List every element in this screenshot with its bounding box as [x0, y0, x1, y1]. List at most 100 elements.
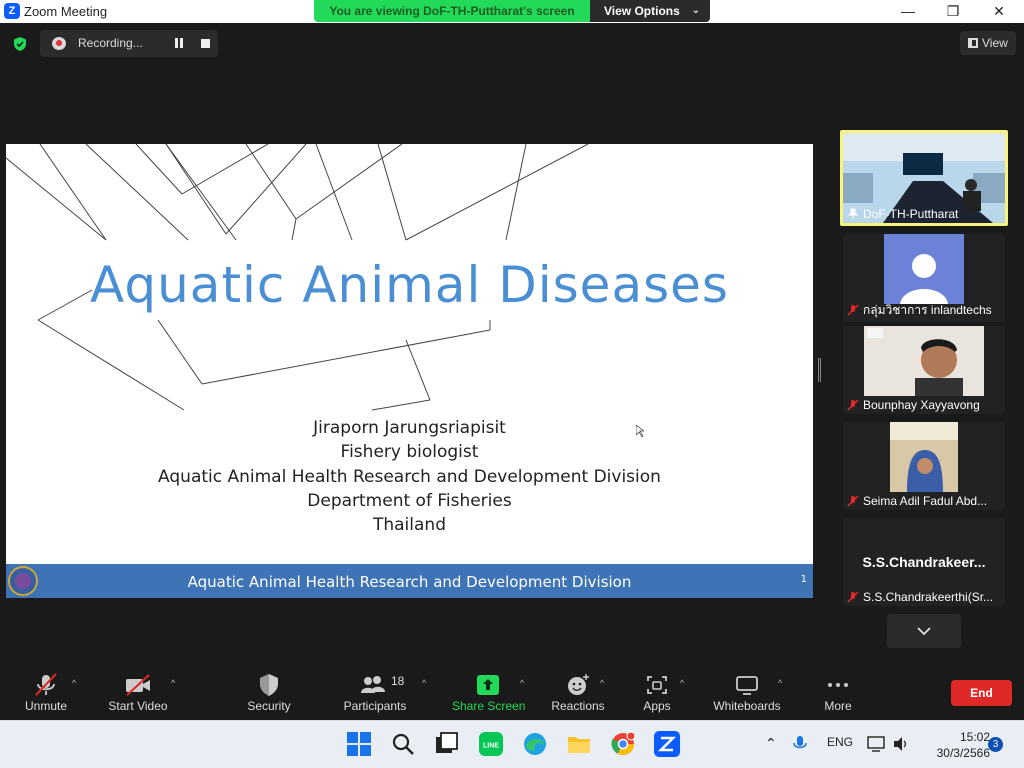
audio-options-caret[interactable]: ^ — [72, 664, 84, 720]
view-label: View — [982, 36, 1008, 50]
department-seal-logo — [8, 566, 38, 596]
apps-label: Apps — [643, 699, 671, 713]
clock-date: 30/3/2566 — [936, 746, 990, 760]
participant-tile-active[interactable]: DoF-TH-Puttharat — [840, 130, 1008, 226]
participant-tile[interactable]: S.S.Chandrakeer... S.S.Chandrakeerthi(Sr… — [843, 518, 1005, 606]
whiteboards-label: Whiteboards — [713, 699, 781, 713]
slide-footer-text: Aquatic Animal Health Research and Devel… — [187, 573, 632, 591]
participants-button[interactable]: 18 Participants — [340, 664, 410, 720]
participant-display-name: S.S.Chandrakeer... — [862, 554, 986, 570]
line-app-icon[interactable]: LINE — [478, 731, 504, 757]
muted-mic-icon — [35, 673, 57, 696]
panel-resize-handle[interactable] — [818, 358, 821, 382]
mouse-cursor-icon — [636, 425, 644, 437]
show-hidden-icons-chevron-icon[interactable]: ⌃ — [765, 735, 777, 752]
recording-icon — [52, 37, 66, 50]
participants-label: Participants — [343, 699, 407, 713]
start-video-label: Start Video — [108, 699, 168, 713]
maximize-button[interactable]: ❐ — [930, 0, 976, 23]
view-options-button[interactable]: View Options ⌄ — [590, 0, 710, 22]
participant-name: S.S.Chandrakeerthi(Sr... — [847, 590, 993, 604]
security-button[interactable]: Security — [242, 664, 296, 720]
muted-mic-icon — [847, 591, 859, 603]
apps-button[interactable]: Apps — [634, 664, 680, 720]
task-view-icon[interactable] — [434, 731, 460, 757]
whiteboards-options-caret[interactable]: ^ — [778, 664, 790, 720]
muted-mic-icon — [847, 495, 859, 507]
more-participants-button[interactable] — [887, 614, 961, 648]
reactions-button[interactable]: Reactions — [548, 664, 608, 720]
participants-icon — [361, 676, 385, 693]
apps-icon — [647, 676, 667, 694]
whiteboards-button[interactable]: Whiteboards — [710, 664, 784, 720]
edge-browser-icon[interactable] — [522, 731, 548, 757]
clock-time: 15:02 — [959, 730, 990, 744]
volume-icon[interactable] — [892, 735, 910, 753]
video-off-icon — [126, 674, 150, 696]
unmute-button[interactable]: Unmute — [18, 664, 74, 720]
more-label: More — [824, 699, 852, 713]
file-explorer-icon[interactable] — [566, 731, 592, 757]
view-button[interactable]: View — [960, 31, 1016, 55]
network-icon[interactable] — [866, 735, 886, 753]
stop-recording-icon[interactable] — [201, 39, 210, 48]
video-options-caret[interactable]: ^ — [171, 664, 183, 720]
slide-author-department: Department of Fisheries — [307, 490, 512, 511]
participant-name: DoF-TH-Puttharat — [847, 207, 958, 221]
more-button[interactable]: More — [816, 664, 860, 720]
microphone-icon[interactable] — [792, 735, 808, 753]
chrome-browser-icon[interactable] — [610, 731, 636, 757]
muted-mic-icon — [847, 399, 859, 411]
window-title: Zoom Meeting — [24, 4, 108, 19]
share-banner: You are viewing DoF-TH-Puttharat's scree… — [314, 0, 710, 22]
participant-name: Seima Adil Fadul Abd... — [847, 494, 987, 508]
slide-page-number: 1 — [800, 574, 807, 585]
pause-recording-icon[interactable] — [174, 38, 184, 48]
whiteboard-icon — [736, 676, 758, 695]
recording-indicator: Recording... — [40, 30, 218, 57]
taskbar-clock[interactable]: 15:02 30/3/2566 — [920, 729, 990, 761]
share-screen-icon — [477, 675, 499, 695]
reactions-smiley-icon — [568, 674, 589, 695]
more-dots-icon — [828, 683, 848, 687]
participant-tile[interactable]: กลุ่มวิชาการ inlandtechs — [843, 234, 1005, 322]
apps-options-caret[interactable]: ^ — [680, 664, 692, 720]
recording-label: Recording... — [78, 36, 143, 50]
share-options-caret[interactable]: ^ — [520, 664, 532, 720]
share-banner-message: You are viewing DoF-TH-Puttharat's scree… — [314, 0, 590, 22]
slide-author-name: Jiraporn Jarungsriapisit — [313, 418, 506, 438]
slide-title: Aquatic Animal Diseases — [90, 256, 729, 314]
line-icon-text: LINE — [483, 743, 499, 750]
chevron-down-icon — [917, 627, 931, 636]
slide-author-division: Aquatic Animal Health Research and Devel… — [158, 466, 661, 487]
start-video-button[interactable]: Start Video — [104, 664, 172, 720]
zoom-logo-icon: Z — [4, 3, 20, 19]
minimize-button[interactable]: — — [885, 0, 931, 23]
language-indicator[interactable]: ENG — [827, 735, 853, 749]
notification-count-badge[interactable]: 3 — [988, 737, 1003, 752]
participant-tile[interactable]: Bounphay Xayyavong — [843, 326, 1005, 414]
slide-author-country: Thailand — [372, 515, 446, 536]
encryption-shield-icon[interactable] — [12, 36, 28, 52]
close-button[interactable]: ✕ — [976, 0, 1022, 23]
end-meeting-button[interactable]: End — [951, 680, 1012, 706]
share-screen-label: Share Screen — [452, 699, 526, 713]
slide-author-role: Fishery biologist — [340, 442, 479, 463]
slide-footer: Aquatic Animal Health Research and Devel… — [6, 564, 813, 598]
shared-screen-slide: Aquatic Animal Diseases Jiraporn Jarungs… — [6, 144, 813, 598]
view-layout-icon — [968, 38, 978, 48]
muted-mic-icon — [847, 304, 859, 316]
zoom-app-icon[interactable] — [654, 731, 680, 757]
reactions-label: Reactions — [551, 699, 605, 713]
unmute-label: Unmute — [24, 699, 68, 713]
participant-tile[interactable]: Seima Adil Fadul Abd... — [843, 422, 1005, 510]
windows-start-icon[interactable] — [346, 731, 372, 757]
security-label: Security — [247, 699, 291, 713]
search-icon[interactable] — [390, 731, 416, 757]
reactions-options-caret[interactable]: ^ — [600, 664, 612, 720]
participants-options-caret[interactable]: ^ — [422, 664, 434, 720]
shield-icon — [260, 674, 278, 696]
slide-author-info: Jiraporn Jarungsriapisit Fishery biologi… — [6, 416, 813, 537]
share-screen-button[interactable]: Share Screen — [452, 664, 526, 720]
meeting-toolbar: Unmute ^ Start Video ^ Security 18 Parti… — [0, 664, 1024, 720]
